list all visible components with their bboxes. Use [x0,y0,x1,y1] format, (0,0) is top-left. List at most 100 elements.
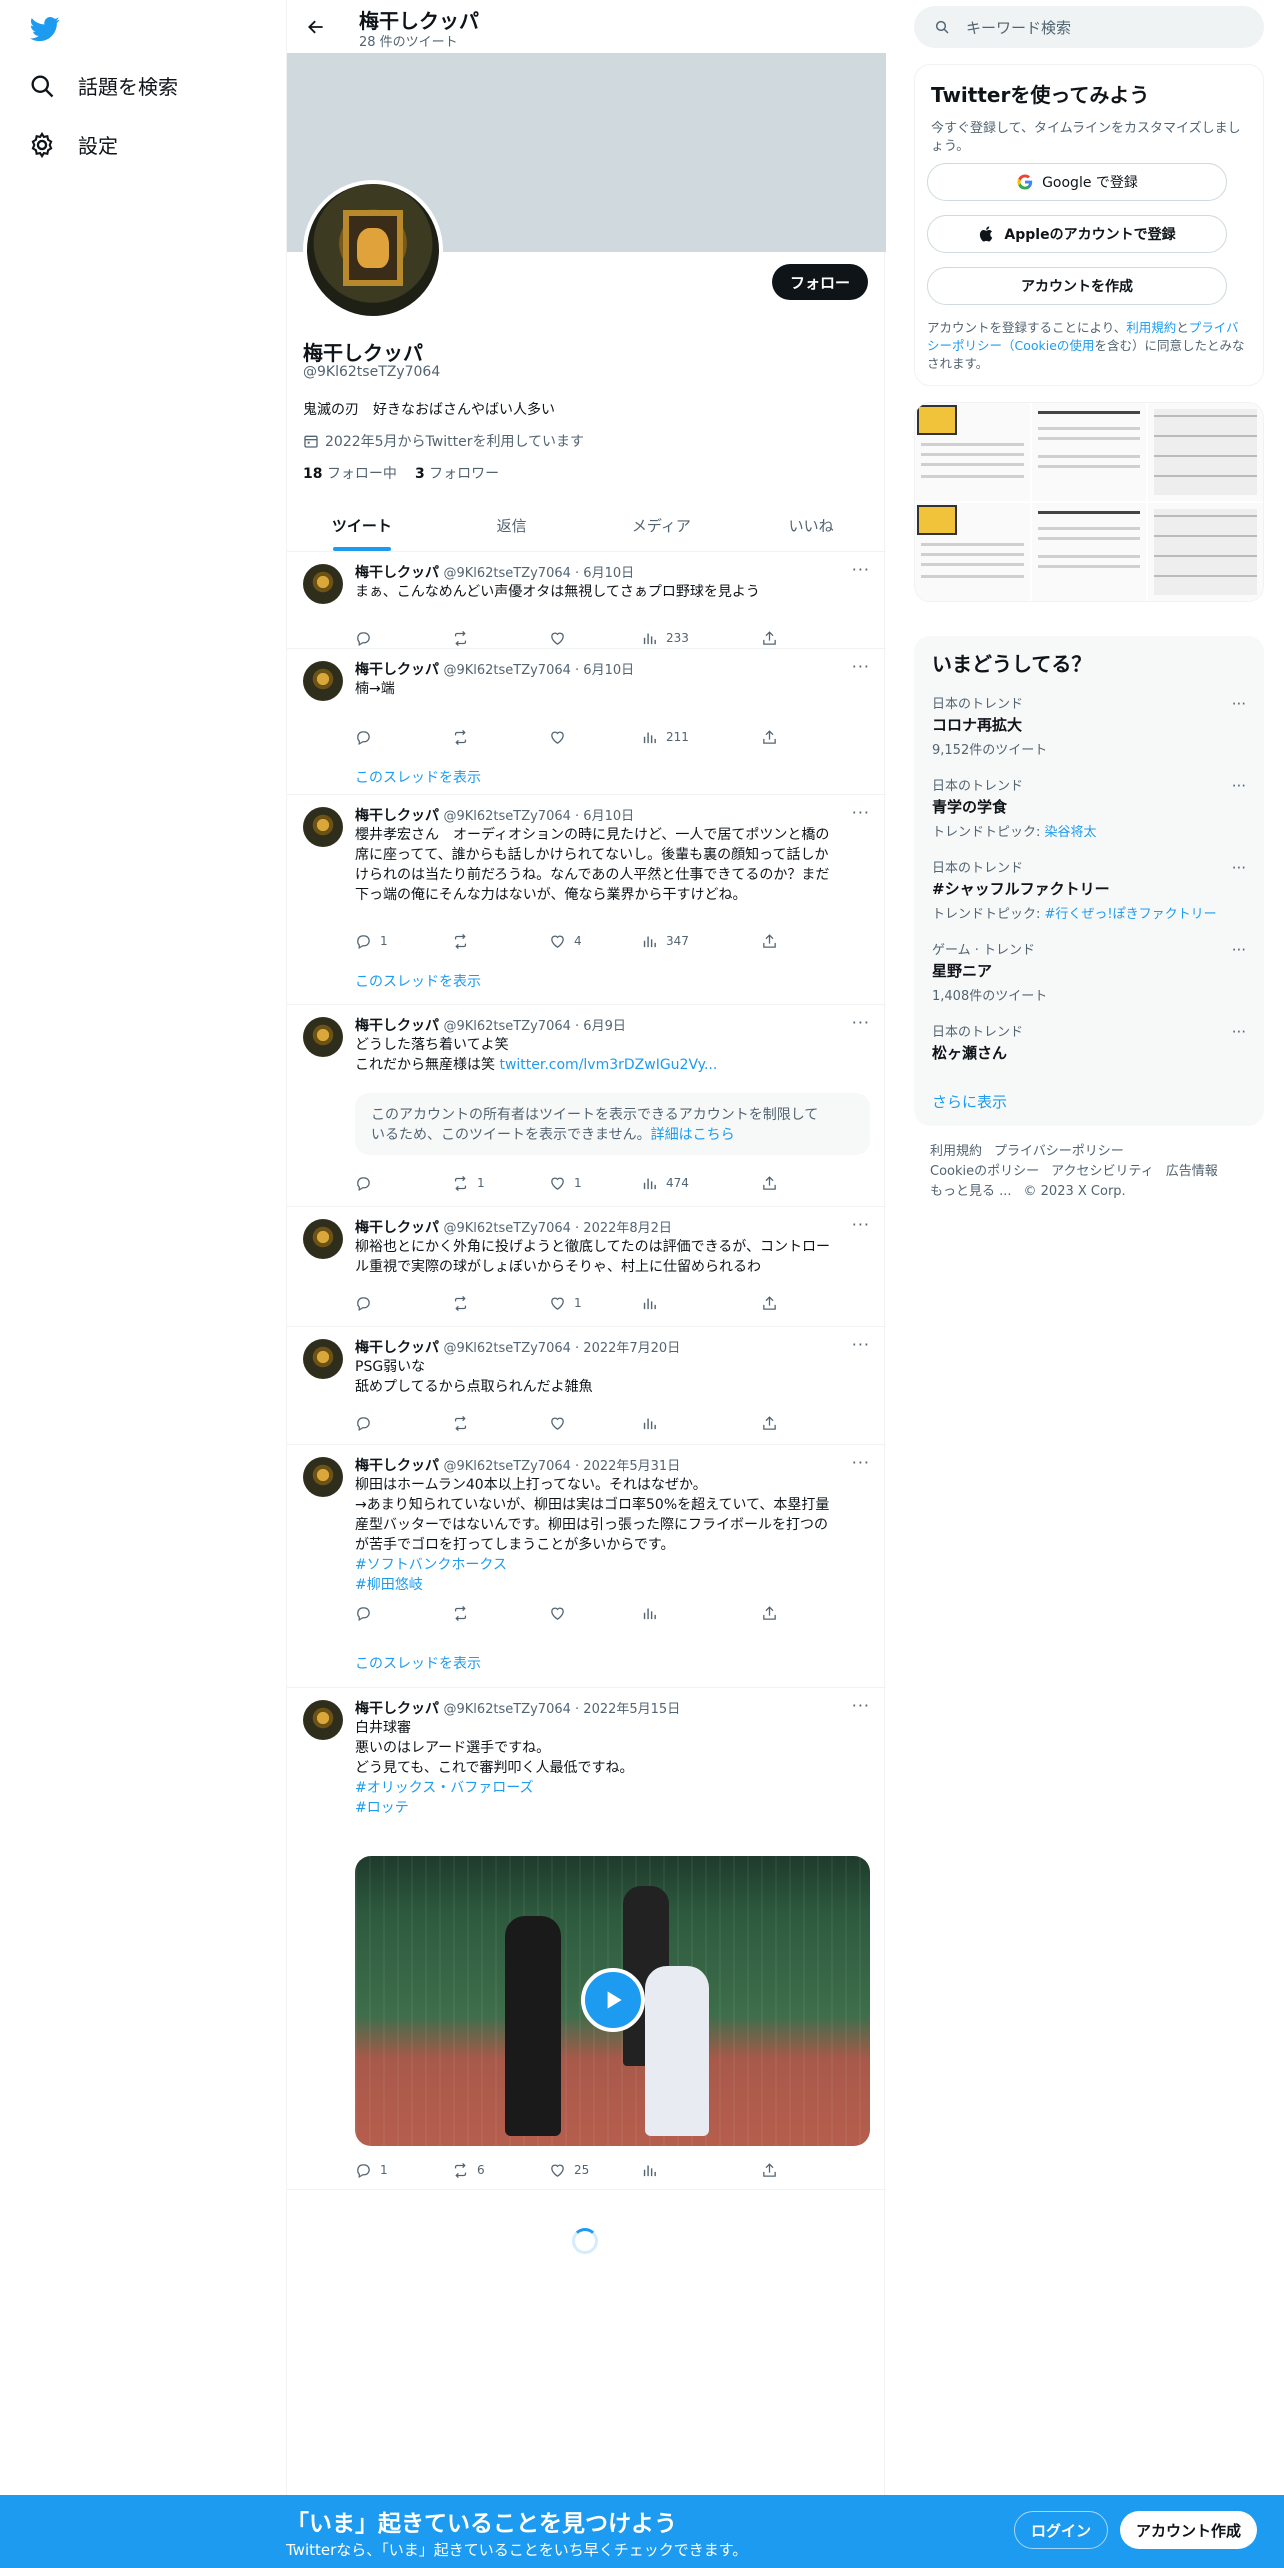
views-button[interactable] [641,1603,761,1623]
tweet-avatar[interactable] [303,661,343,701]
retweet-button[interactable] [452,727,549,747]
tab-media[interactable]: メディア [587,499,737,551]
media-thumbnail[interactable] [915,503,1030,601]
tweet-author[interactable]: 梅干しクッパ [355,1018,439,1034]
views-button[interactable]: 233 [641,628,761,648]
hashtag-link[interactable]: #ソフトバンクホークス [355,1555,870,1575]
search-box[interactable]: キーワード検索 [914,6,1264,48]
like-button[interactable] [549,727,641,747]
show-thread-link[interactable]: このスレッドを表示 [355,971,481,991]
nav-settings[interactable]: 設定 [28,130,118,159]
share-button[interactable] [761,727,778,747]
tweet-avatar[interactable] [303,1457,343,1497]
reply-button[interactable]: 1 [355,931,452,951]
back-button[interactable] [301,12,331,42]
share-button[interactable] [761,931,778,951]
media-thumbnail[interactable] [1148,403,1263,501]
more-icon[interactable]: ··· [1232,777,1246,795]
tweet-avatar[interactable] [303,564,343,604]
tweet-author[interactable]: 梅干しクッパ [355,662,439,678]
nav-explore[interactable]: 話題を検索 [28,71,178,100]
tweet[interactable]: ··· 梅干しクッパ @9Kl62tseTZy7064 · 6月10日 まぁ、こんな… [287,552,886,649]
following-link[interactable]: 18 フォロー中 [303,463,397,483]
retweet-button[interactable] [452,1293,549,1313]
tweet[interactable]: ··· 梅干しクッパ @9Kl62tseTZy7064 · 6月10日 楠→端 211… [287,649,886,795]
share-button[interactable] [761,2160,778,2180]
views-button[interactable] [641,2160,761,2180]
reply-button[interactable] [355,1293,452,1313]
reply-button[interactable] [355,727,452,747]
retweet-button[interactable] [452,628,549,648]
views-button[interactable]: 347 [641,931,761,951]
tweet[interactable]: ··· 梅干しクッパ @9Kl62tseTZy7064 · 2022年5月31日柳… [287,1445,886,1688]
play-icon[interactable] [581,1968,645,2032]
hashtag-link[interactable]: #ロッテ [355,1798,870,1818]
footer-link[interactable]: アクセシビリティ [1051,1164,1154,1179]
signup-button[interactable]: アカウント作成 [1120,2511,1258,2549]
trend-item[interactable]: 日本のトレンド 松ヶ瀬さん ··· [932,1021,1246,1063]
google-signup-button[interactable]: Google で登録 [927,163,1227,201]
tweet[interactable]: ··· 梅干しクッパ @9Kl62tseTZy7064 · 2022年5月15日白… [287,1688,886,2190]
tweet-author[interactable]: 梅干しクッパ [355,1458,439,1474]
trend-item[interactable]: 日本のトレンド 青学の学食 トレンドトピック: 染谷将太 ··· [932,775,1246,840]
tweet-avatar[interactable] [303,1219,343,1259]
media-thumbnail[interactable] [1148,503,1263,601]
trend-item[interactable]: 日本のトレンド #シャッフルファクトリー トレンドトピック: #行くぜっ!ぽきファク… [932,857,1246,922]
reply-button[interactable] [355,628,452,648]
tweet-avatar[interactable] [303,807,343,847]
retweet-button[interactable] [452,931,549,951]
profile-avatar[interactable] [303,180,443,320]
create-account-button[interactable]: アカウントを作成 [927,267,1227,305]
tweet-link[interactable]: twitter.com/lvm3rDZwIGu2Vy... [499,1057,717,1073]
views-button[interactable] [641,1293,761,1313]
reply-button[interactable] [355,1603,452,1623]
show-thread-link[interactable]: このスレッドを表示 [355,1653,481,1673]
tweet-avatar[interactable] [303,1700,343,1740]
more-icon[interactable]: ··· [1232,859,1246,877]
retweet-button[interactable]: 6 [452,2160,549,2180]
reply-button[interactable]: 1 [355,2160,452,2180]
trend-topic-link[interactable]: #行くぜっ!ぽきファクトリー [1045,907,1217,922]
like-button[interactable] [549,628,641,648]
tweet-author[interactable]: 梅干しクッパ [355,808,439,824]
tweet[interactable]: ··· 梅干しクッパ @9Kl62tseTZy7064 · 6月9日 どうした落ち着… [287,1005,886,1207]
tweet[interactable]: ··· 梅干しクッパ @9Kl62tseTZy7064 · 6月10日 櫻井孝宏さん… [287,795,886,1005]
apple-signup-button[interactable]: Appleのアカウントで登録 [927,215,1227,253]
twitter-bird-icon[interactable] [28,14,62,44]
terms-link[interactable]: 利用規約 [1126,320,1176,335]
more-icon[interactable]: ··· [1232,695,1246,713]
retweet-button[interactable] [452,1413,549,1433]
tweet-author[interactable]: 梅干しクッパ [355,1220,439,1236]
tweet-author[interactable]: 梅干しクッパ [355,1701,439,1717]
media-thumbnail[interactable] [915,403,1030,501]
tweet[interactable]: ··· 梅干しクッパ @9Kl62tseTZy7064 · 2022年7月20日 P… [287,1327,886,1445]
hashtag-link[interactable]: #柳田悠岐 [355,1575,870,1595]
trend-topic-link[interactable]: 染谷将太 [1045,825,1097,840]
hashtag-link[interactable]: #オリックス・バファローズ [355,1778,870,1798]
show-thread-link[interactable]: このスレッドを表示 [355,767,481,787]
retweet-button[interactable]: 1 [452,1173,549,1193]
views-button[interactable]: 211 [641,727,761,747]
footer-more-link[interactable]: もっと見る ... [930,1184,1012,1199]
trend-item[interactable]: ゲーム · トレンド 星野ニア 1,408件のツイート ··· [932,939,1246,1004]
tweet-avatar[interactable] [303,1017,343,1057]
tab-replies[interactable]: 返信 [437,499,587,551]
tweet-author[interactable]: 梅干しクッパ [355,1340,439,1356]
share-button[interactable] [761,1293,778,1313]
footer-link[interactable]: Cookieのポリシー [930,1164,1039,1179]
like-button[interactable] [549,1603,641,1623]
share-button[interactable] [761,1173,778,1193]
retweet-button[interactable] [452,1603,549,1623]
media-thumbnail[interactable] [1031,403,1147,501]
follow-button[interactable]: フォロー [771,264,868,300]
tab-tweets[interactable]: ツイート [287,499,437,551]
views-button[interactable] [641,1413,761,1433]
trend-item[interactable]: 日本のトレンド コロナ再拡大 9,152件のツイート ··· [932,693,1246,758]
like-button[interactable]: 1 [549,1173,641,1193]
tweet[interactable]: ··· 梅干しクッパ @9Kl62tseTZy7064 · 2022年8月2日 柳裕… [287,1207,886,1327]
like-button[interactable]: 25 [549,2160,641,2180]
footer-link[interactable]: プライバシーポリシー [994,1144,1124,1159]
footer-link[interactable]: 広告情報 [1166,1164,1218,1179]
more-icon[interactable]: ··· [1232,1023,1246,1041]
footer-link[interactable]: 利用規約 [930,1144,982,1159]
